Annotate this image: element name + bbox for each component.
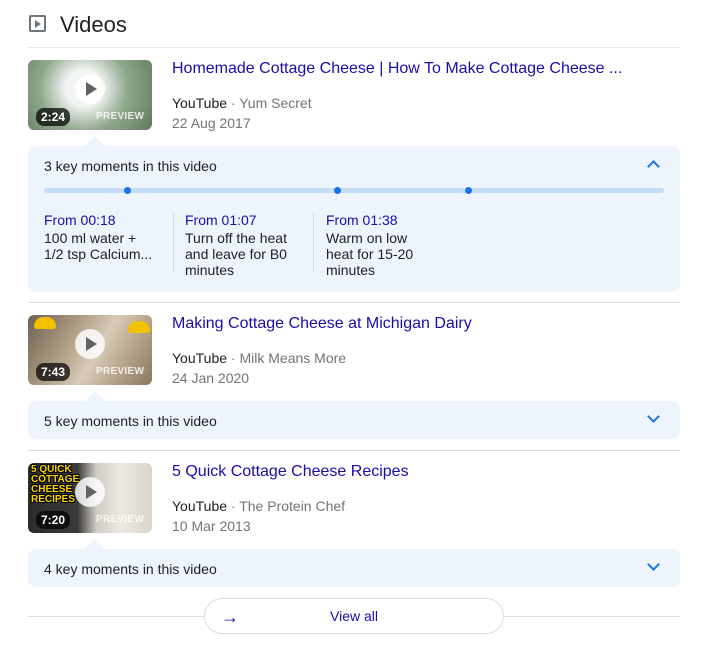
key-moments-panel[interactable]: 4 key moments in this video bbox=[28, 539, 680, 587]
moment-divider bbox=[313, 212, 314, 272]
video-title-link[interactable]: Homemade Cottage Cheese | How To Make Co… bbox=[172, 60, 622, 78]
timeline-marker[interactable] bbox=[465, 187, 472, 194]
play-icon[interactable] bbox=[75, 74, 105, 104]
video-duration: 7:20 bbox=[36, 511, 71, 529]
video-source: YouTube · Yum Secret bbox=[172, 95, 312, 111]
moment-divider bbox=[173, 212, 174, 272]
moment-timestamp[interactable]: From 00:18 bbox=[44, 212, 156, 228]
timeline-marker[interactable] bbox=[334, 187, 341, 194]
chevron-down-icon[interactable] bbox=[647, 558, 660, 571]
key-moments-panel: 3 key moments in this video From 00:18 1… bbox=[28, 136, 680, 292]
channel-name: Yum Secret bbox=[239, 95, 312, 111]
preview-label: PREVIEW bbox=[96, 514, 145, 525]
moment-timestamp[interactable]: From 01:38 bbox=[326, 212, 438, 228]
moment-timestamp[interactable]: From 01:07 bbox=[185, 212, 297, 228]
hardhat-shape bbox=[34, 317, 56, 329]
platform-name: YouTube bbox=[172, 498, 228, 514]
moment-description: 100 ml water + 1/2 tsp Calcium... bbox=[44, 230, 153, 262]
key-moment-item[interactable]: From 01:38 Warm on low heat for 15-20 mi… bbox=[326, 212, 438, 278]
platform-name: YouTube bbox=[172, 350, 228, 366]
video-thumbnail[interactable]: 2:24 PREVIEW bbox=[28, 60, 152, 130]
video-source: YouTube · The Protein Chef bbox=[172, 498, 346, 514]
video-result-1: 2:24 PREVIEW Homemade Cottage Cheese | H… bbox=[28, 60, 680, 292]
result-divider bbox=[28, 302, 680, 303]
video-date: 24 Jan 2020 bbox=[172, 370, 250, 386]
play-icon[interactable] bbox=[75, 329, 105, 359]
result-divider bbox=[28, 450, 680, 451]
video-result-2: 7:43 PREVIEW Making Cottage Cheese at Mi… bbox=[28, 315, 680, 440]
video-thumbnail[interactable]: 5 QUICK COTTAGE CHEESE RECIPES 7:20 PREV… bbox=[28, 463, 152, 533]
key-moments-label[interactable]: 5 key moments in this video bbox=[44, 413, 217, 429]
video-date: 22 Aug 2017 bbox=[172, 115, 251, 131]
video-result-3: 5 QUICK COTTAGE CHEESE RECIPES 7:20 PREV… bbox=[28, 463, 680, 588]
video-play-icon bbox=[29, 15, 46, 32]
video-duration: 2:24 bbox=[36, 108, 71, 126]
video-date: 10 Mar 2013 bbox=[172, 518, 251, 534]
channel-name: Milk Means More bbox=[239, 350, 347, 366]
chevron-down-icon[interactable] bbox=[647, 410, 660, 423]
video-source: YouTube · Milk Means More bbox=[172, 350, 347, 366]
channel-name: The Protein Chef bbox=[239, 498, 346, 514]
video-duration: 7:43 bbox=[36, 363, 71, 381]
play-icon[interactable] bbox=[75, 477, 105, 507]
key-moments-panel[interactable]: 5 key moments in this video bbox=[28, 391, 680, 439]
moment-description: Turn off the heat and leave for B0 minut… bbox=[185, 230, 287, 278]
video-thumbnail[interactable]: 7:43 PREVIEW bbox=[28, 315, 152, 385]
view-all-button[interactable]: → View all bbox=[204, 598, 504, 634]
chevron-up-icon[interactable] bbox=[647, 160, 660, 173]
video-title-link[interactable]: 5 Quick Cottage Cheese Recipes bbox=[172, 463, 409, 481]
view-all-label: View all bbox=[330, 608, 378, 624]
videos-header: Videos bbox=[28, 10, 680, 48]
timeline-marker[interactable] bbox=[124, 187, 131, 194]
hardhat-shape bbox=[128, 321, 150, 333]
key-moment-item[interactable]: From 01:07 Turn off the heat and leave f… bbox=[185, 212, 297, 278]
moment-description: Warm on low heat for 15-20 minutes bbox=[326, 230, 414, 278]
section-title: Videos bbox=[60, 12, 127, 37]
platform-name: YouTube bbox=[172, 95, 228, 111]
preview-label: PREVIEW bbox=[96, 111, 145, 122]
key-moments-label[interactable]: 3 key moments in this video bbox=[44, 158, 217, 174]
video-title-link[interactable]: Making Cottage Cheese at Michigan Dairy bbox=[172, 315, 472, 333]
timeline-track bbox=[44, 187, 664, 194]
preview-label: PREVIEW bbox=[96, 366, 145, 377]
key-moment-item[interactable]: From 00:18 100 ml water + 1/2 tsp Calciu… bbox=[44, 212, 156, 262]
key-moments-label[interactable]: 4 key moments in this video bbox=[44, 561, 217, 577]
